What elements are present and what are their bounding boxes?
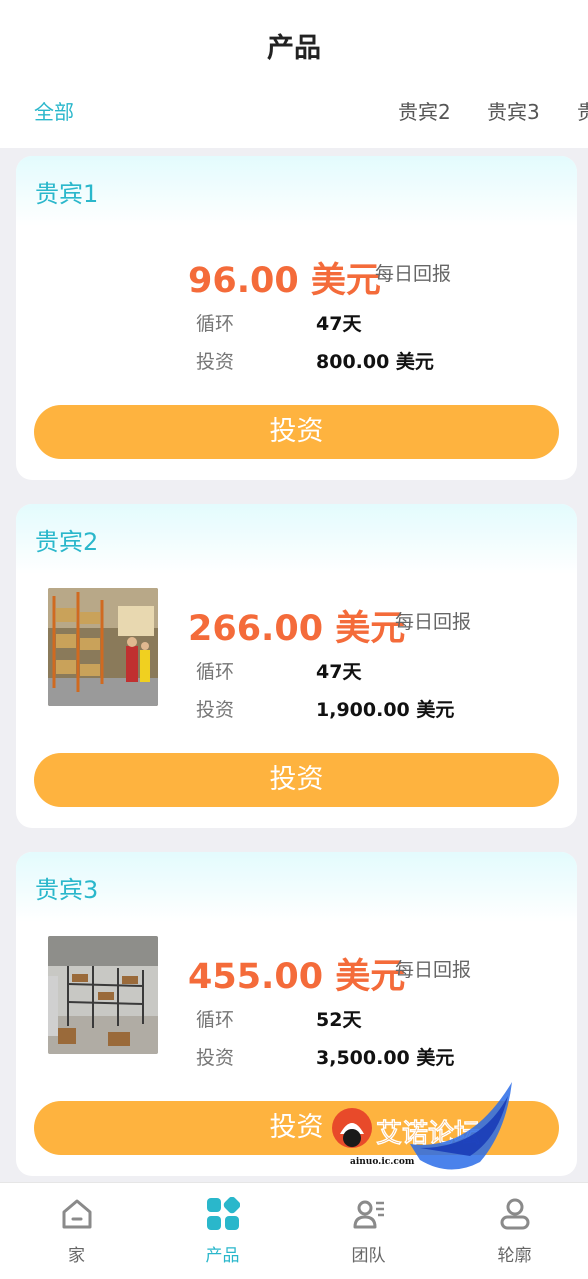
invest-value: 800.00 美元 (316, 351, 434, 373)
daily-return-label: 每日回报 (375, 263, 452, 285)
nav-home[interactable]: 家 (3, 1183, 150, 1279)
cycle-label: 循环 (196, 313, 235, 335)
warehouse-image (48, 588, 158, 706)
grid-icon (207, 1197, 240, 1230)
invest-label: 投资 (196, 351, 235, 373)
nav-team[interactable]: 团队 (295, 1183, 442, 1279)
tab-vip4[interactable]: 贵 (577, 96, 588, 125)
cycle-label: 循环 (196, 1009, 235, 1031)
daily-return-amount: 455.00 美元 (188, 957, 406, 997)
page-title: 产品 (267, 33, 321, 64)
category-tabs: 全部 贵宾2 贵宾3 贵 (0, 96, 588, 132)
cycle-value: 47天 (316, 313, 362, 335)
team-icon (353, 1200, 384, 1229)
nav-label: 轮廓 (497, 1246, 532, 1266)
nav-label: 团队 (351, 1246, 386, 1266)
invest-label: 投资 (196, 699, 235, 721)
nav-products[interactable]: 产品 (149, 1183, 296, 1279)
nav-label: 家 (68, 1246, 85, 1266)
invest-value: 3,500.00 美元 (316, 1047, 455, 1069)
product-card-vip1: 贵宾1 96.00 美元 每日回报 循环 47天 投资 800.00 美元 投资 (16, 156, 577, 480)
profile-icon (500, 1198, 530, 1230)
forum-watermark-logo: 艾诺论坛 ainuo.ic.com (330, 1082, 520, 1180)
svg-text:ainuo.ic.com: ainuo.ic.com (350, 1157, 415, 1167)
home-icon (62, 1199, 92, 1229)
nav-profile[interactable]: 轮廓 (441, 1183, 588, 1279)
product-card-vip2: 贵宾2 266.00 美元 每日回报 循环 47天 投资 1,900.00 美元… (16, 504, 577, 828)
product-name: 贵宾1 (35, 180, 99, 208)
tab-vip2[interactable]: 贵宾2 (398, 96, 451, 125)
daily-return-amount: 96.00 美元 (188, 261, 381, 301)
daily-return-amount: 266.00 美元 (188, 609, 406, 649)
invest-button[interactable]: 投资 (34, 405, 559, 459)
cycle-value: 47天 (316, 661, 362, 683)
header: 产品 全部 贵宾2 贵宾3 贵 (0, 0, 588, 148)
bottom-nav: 家 产品 团队 轮廓 (0, 1182, 588, 1279)
tab-vip3[interactable]: 贵宾3 (487, 96, 540, 125)
invest-label: 投资 (196, 1047, 235, 1069)
daily-return-label: 每日回报 (395, 959, 472, 981)
product-name: 贵宾3 (35, 876, 99, 904)
product-name: 贵宾2 (35, 528, 99, 556)
tab-all[interactable]: 全部 (34, 96, 74, 125)
daily-return-label: 每日回报 (395, 611, 472, 633)
warehouse-image (48, 936, 158, 1054)
invest-button[interactable]: 投资 (34, 753, 559, 807)
invest-value: 1,900.00 美元 (316, 699, 455, 721)
nav-label: 产品 (205, 1246, 240, 1266)
cycle-value: 52天 (316, 1009, 362, 1031)
cycle-label: 循环 (196, 661, 235, 683)
